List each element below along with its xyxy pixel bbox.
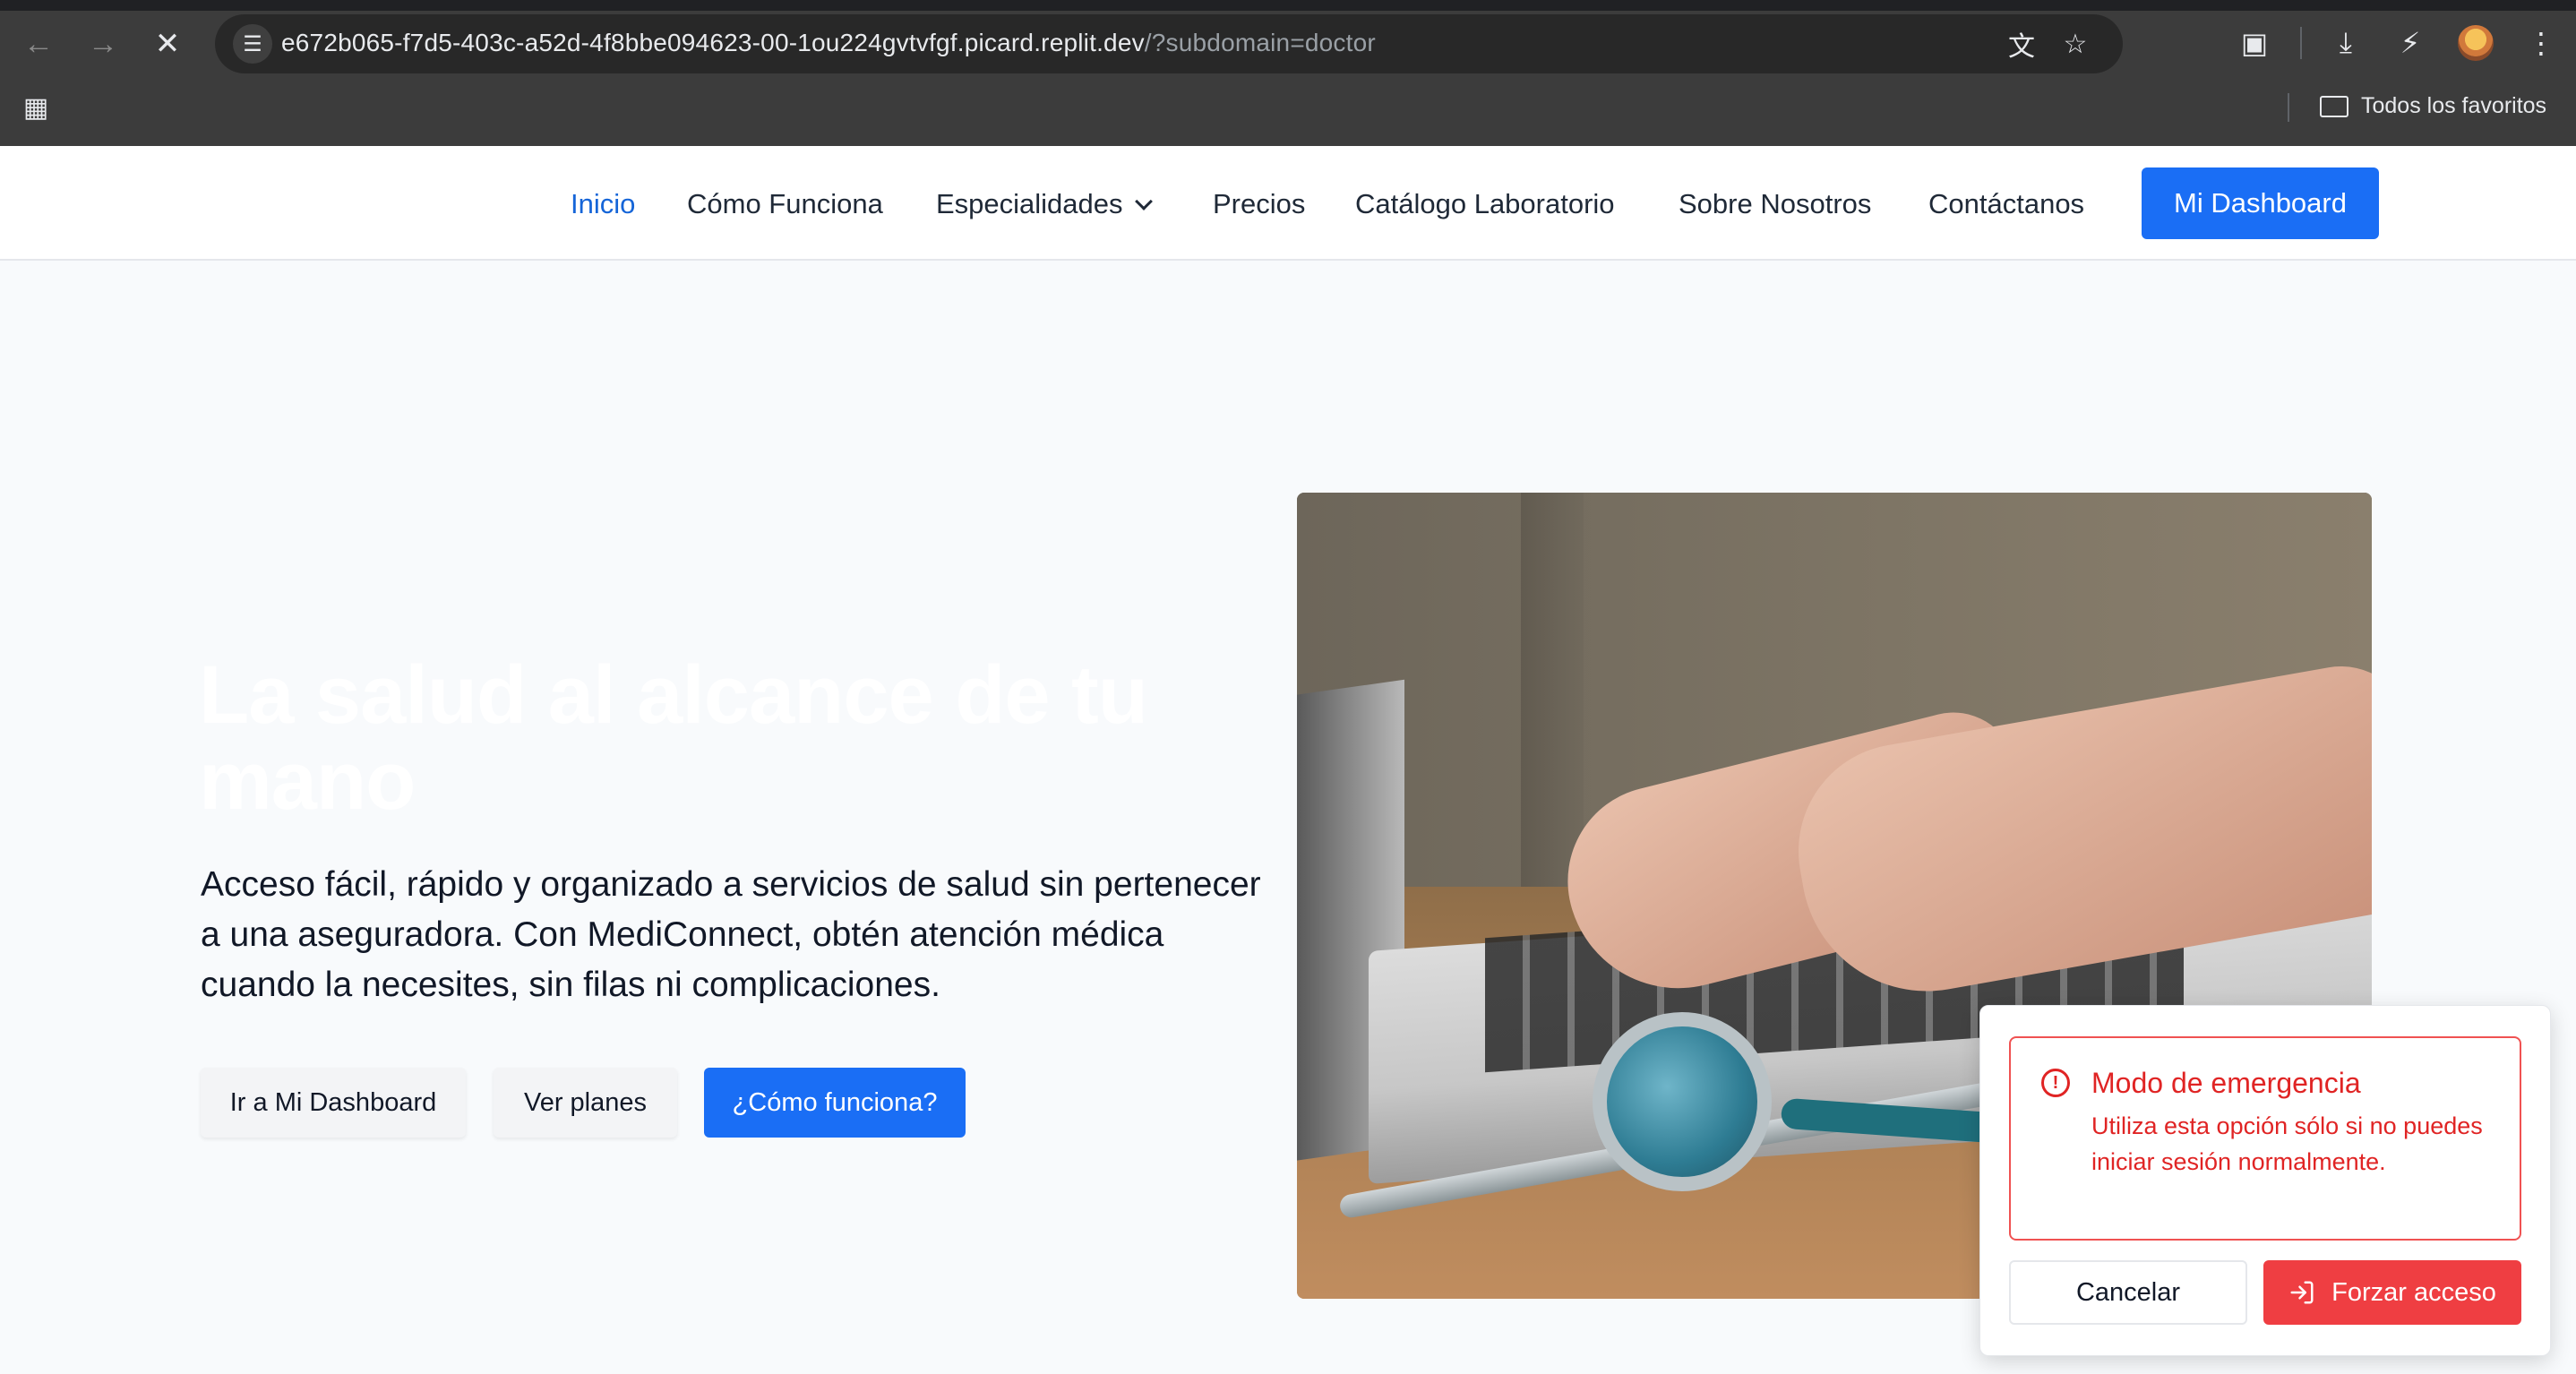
nav-catalogo-laboratorio[interactable]: Catálogo Laboratorio [1355, 188, 1615, 220]
bookmarks-folder-label: Todos los favoritos [2361, 93, 2547, 118]
alert-description: Utiliza esta opción sólo si no puedes in… [2091, 1112, 2483, 1175]
hero-description: Acceso fácil, rápido y organizado a serv… [201, 865, 1261, 1004]
site-navbar: Inicio Cómo Funciona Especialidades Prec… [0, 146, 2576, 261]
login-arrow-icon [2290, 1281, 2314, 1304]
stop-icon[interactable]: ✕ [147, 23, 188, 64]
star-icon[interactable]: ☆ [2055, 23, 2096, 64]
extensions-icon[interactable]: ▣ [2232, 21, 2277, 65]
back-icon[interactable]: ← [18, 23, 59, 64]
chevron-down-icon [1134, 193, 1153, 210]
forward-icon[interactable]: → [82, 23, 124, 64]
cancel-button[interactable]: Cancelar [2009, 1260, 2247, 1325]
browser-chrome: ← → ✕ ☰ e672b065-f7d5-403c-a52d-4f8bbe09… [0, 0, 2576, 146]
nav-como-funciona[interactable]: Cómo Funciona [687, 188, 883, 220]
ir-a-dashboard-button[interactable]: Ir a Mi Dashboard [201, 1068, 466, 1138]
emergency-mode-dialog: ! Modo de emergencia Utiliza esta opción… [1979, 1005, 2551, 1356]
nav-sobre-nosotros[interactable]: Sobre Nosotros [1679, 188, 1871, 220]
toolbar-divider [2300, 27, 2302, 59]
url-text[interactable]: e672b065-f7d5-403c-a52d-4f8bbe094623-00-… [281, 29, 1376, 57]
nav-inicio[interactable]: Inicio [571, 188, 635, 220]
bookmarks-folder[interactable]: Todos los favoritos [2320, 93, 2546, 119]
address-bar[interactable]: ☰ e672b065-f7d5-403c-a52d-4f8bbe094623-0… [215, 14, 2123, 73]
nav-contactanos[interactable]: Contáctanos [1928, 188, 2084, 220]
avatar[interactable] [2458, 25, 2494, 61]
performance-icon[interactable]: ⚡ [2388, 21, 2433, 65]
alert-circle-icon: ! [2041, 1069, 2070, 1097]
mi-dashboard-button[interactable]: Mi Dashboard [2142, 167, 2379, 239]
alert-title: Modo de emergencia [2091, 1067, 2361, 1099]
nav-especialidades[interactable]: Especialidades [936, 188, 1153, 220]
emergency-alert: ! Modo de emergencia Utiliza esta opción… [2009, 1036, 2521, 1241]
como-funciona-button[interactable]: ¿Cómo funciona? [704, 1068, 966, 1138]
menu-icon[interactable]: ⋮ [2519, 21, 2563, 65]
tab-strip [0, 0, 2576, 11]
ver-planes-button[interactable]: Ver planes [494, 1068, 677, 1138]
nav-especialidades-label: Especialidades [936, 188, 1123, 219]
folder-icon [2320, 95, 2348, 117]
force-access-label: Forzar acceso [2331, 1277, 2496, 1307]
site-info-icon[interactable]: ☰ [233, 24, 272, 64]
nav-precios[interactable]: Precios [1213, 188, 1305, 220]
apps-icon[interactable]: ▦ [21, 93, 50, 123]
translate-icon[interactable]: 文 [2001, 23, 2042, 64]
force-access-button[interactable]: Forzar acceso [2263, 1260, 2521, 1325]
download-icon[interactable]: ⤓ [2323, 21, 2368, 65]
bookmarks-divider [2288, 93, 2289, 122]
hero-title: La salud al alcance de tu mano [199, 649, 1148, 827]
